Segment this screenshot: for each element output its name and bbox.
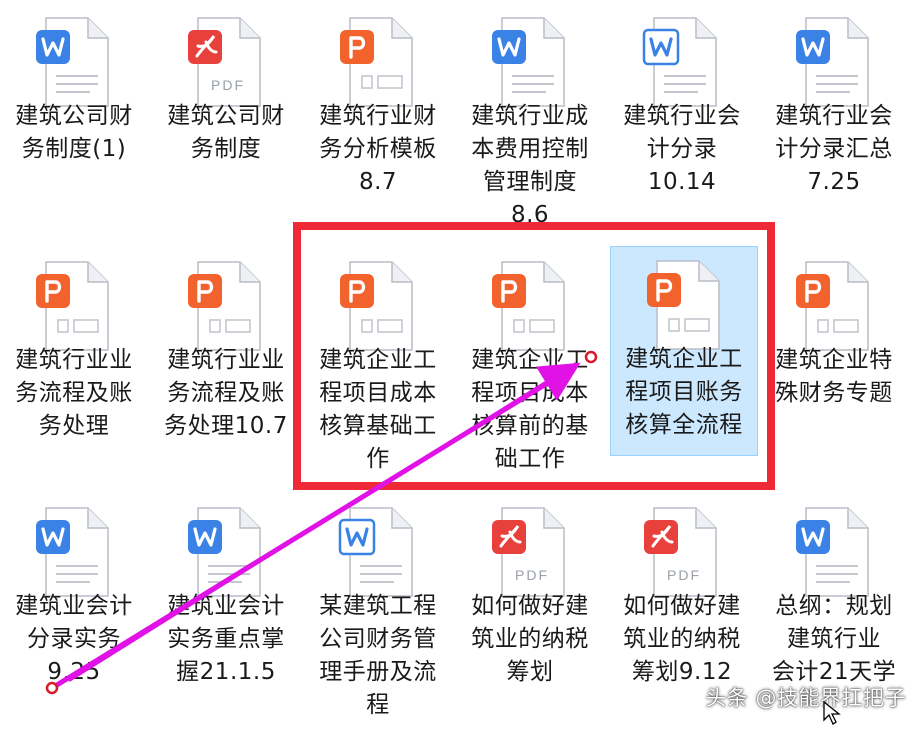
ppt-file-icon xyxy=(184,256,270,356)
file-name-label: 建筑行业财 务分析模板 8.7 xyxy=(319,103,437,195)
word-file-icon xyxy=(336,502,422,602)
word-file-icon xyxy=(640,12,726,112)
file-item[interactable]: 建筑行业财 务分析模板 8.7 xyxy=(304,4,452,234)
file-item[interactable]: PDF 如何做好建 筑业的纳税 筹划 xyxy=(456,494,604,724)
word-file-icon xyxy=(32,12,118,112)
file-item[interactable]: PDF 建筑公司财 务制度 xyxy=(152,4,300,234)
file-item[interactable]: 建筑企业特 殊财务专题 xyxy=(760,248,908,478)
word-file-icon xyxy=(792,12,878,112)
file-item[interactable]: 建筑企业工 程项目成本 核算前的基 础工作 xyxy=(456,248,604,478)
file-name-label: 建筑企业工 程项目成本 核算前的基 础工作 xyxy=(471,347,589,472)
file-name-label: 如何做好建 筑业的纳税 筹划9.12 xyxy=(623,593,741,685)
file-name-label: 建筑行业业 务流程及账 务处理 xyxy=(15,347,133,439)
word-file-icon xyxy=(184,502,270,602)
file-name-label: 建筑企业工 程项目账务 核算全流程 xyxy=(625,346,743,438)
file-name-label: 建筑行业业 务流程及账 务处理10.7 xyxy=(164,347,288,439)
word-file-icon xyxy=(488,12,574,112)
word-file-icon xyxy=(32,502,118,602)
file-name-label: 某建筑工程 公司财务管 理手册及流 程 xyxy=(319,593,437,718)
file-name-label: 建筑企业工 程项目成本 核算基础工 作 xyxy=(319,347,437,472)
ppt-file-icon xyxy=(32,256,118,356)
mouse-cursor-icon xyxy=(823,700,841,725)
pdf-file-icon: PDF xyxy=(488,502,574,602)
ppt-file-icon xyxy=(643,255,729,355)
file-name-label: 建筑行业会 计分录汇总 7.25 xyxy=(775,103,893,195)
pdf-file-icon: PDF xyxy=(640,502,726,602)
file-item[interactable]: 建筑行业业 务流程及账 务处理 xyxy=(0,248,148,478)
pdf-file-icon: PDF xyxy=(184,12,270,112)
svg-text:PDF: PDF xyxy=(211,77,245,93)
file-item[interactable]: 建筑行业业 务流程及账 务处理10.7 xyxy=(152,248,300,478)
ppt-file-icon xyxy=(336,12,422,112)
file-item[interactable]: 建筑公司财 务制度(1) xyxy=(0,4,148,234)
word-file-icon xyxy=(792,502,878,602)
watermark: 头条 @技能界扛把子 xyxy=(705,686,906,710)
file-name-label: 建筑公司财 务制度(1) xyxy=(15,103,133,162)
file-name-label: 如何做好建 筑业的纳税 筹划 xyxy=(471,593,589,685)
file-name-label: 建筑公司财 务制度 xyxy=(167,103,285,162)
ppt-file-icon xyxy=(488,256,574,356)
file-item[interactable]: 建筑行业会 计分录汇总 7.25 xyxy=(760,4,908,234)
file-name-label: 建筑行业成 本费用控制 管理制度 8.6 xyxy=(471,103,589,228)
file-name-label: 建筑企业特 殊财务专题 xyxy=(775,347,893,406)
file-item[interactable]: 建筑业会计 分录实务 9.25 xyxy=(0,494,148,724)
svg-text:PDF: PDF xyxy=(667,567,701,583)
file-grid: 建筑公司财 务制度(1) PDF 建筑公司财 务制度 建筑行业财 务分析模板 8.7 建… xyxy=(0,0,924,732)
file-item[interactable]: 建筑行业会 计分录 10.14 xyxy=(608,4,756,234)
file-item[interactable]: 建筑企业工 程项目成本 核算基础工 作 xyxy=(304,248,452,478)
file-name-label: 建筑业会计 实务重点掌 握21.1.5 xyxy=(167,593,285,685)
file-name-label: 总纲：规划 建筑行业 会计21天学 xyxy=(771,593,897,685)
file-item[interactable]: 某建筑工程 公司财务管 理手册及流 程 xyxy=(304,494,452,724)
file-item[interactable]: 建筑行业成 本费用控制 管理制度 8.6 xyxy=(456,4,604,234)
svg-text:PDF: PDF xyxy=(515,567,549,583)
ppt-file-icon xyxy=(792,256,878,356)
file-item[interactable]: 建筑业会计 实务重点掌 握21.1.5 xyxy=(152,494,300,724)
file-item[interactable]: 建筑企业工 程项目账务 核算全流程 xyxy=(610,246,758,456)
file-name-label: 建筑行业会 计分录 10.14 xyxy=(623,103,741,195)
ppt-file-icon xyxy=(336,256,422,356)
file-name-label: 建筑业会计 分录实务 9.25 xyxy=(15,593,133,685)
